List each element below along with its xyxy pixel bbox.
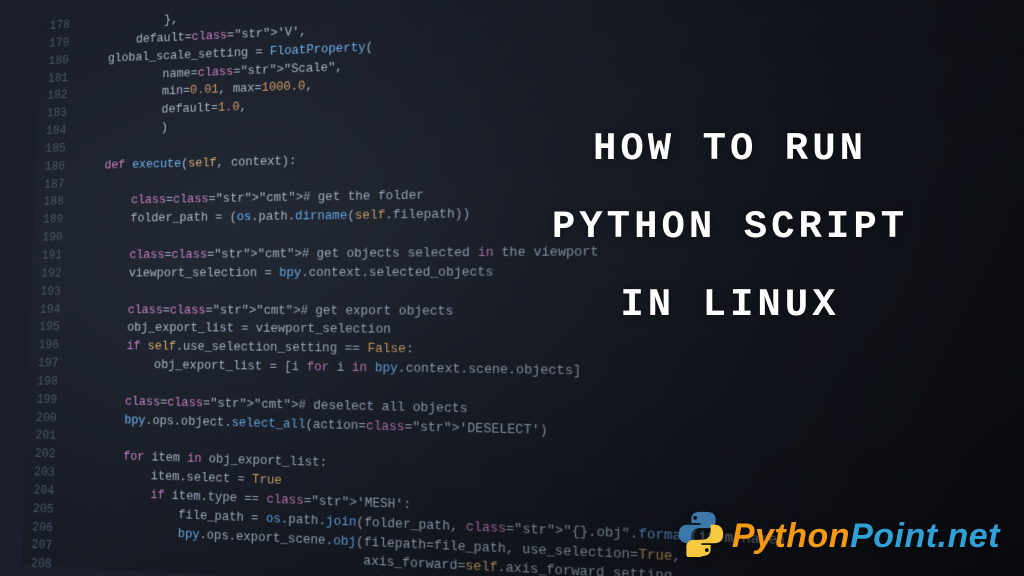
line-number: 193 <box>31 283 73 301</box>
line-number: 185 <box>36 140 78 159</box>
line-number: 189 <box>34 211 76 229</box>
title-line-1: HOW TO RUN <box>490 110 970 188</box>
brand-text-left: Python <box>732 517 850 555</box>
python-logo-icon <box>678 511 724 562</box>
line-number: 199 <box>27 391 69 410</box>
line-number: 187 <box>35 175 77 194</box>
line-number: 179 <box>40 34 82 53</box>
title-line-2: PYTHON SCRIPT <box>490 188 970 266</box>
line-number: 196 <box>29 337 71 356</box>
line-number: 182 <box>38 87 80 106</box>
line-number: 203 <box>25 463 68 483</box>
line-number: 178 <box>40 16 82 36</box>
banner-title: HOW TO RUN PYTHON SCRIPT IN LINUX <box>490 110 970 344</box>
line-number: 206 <box>23 518 66 538</box>
brand-text-right: Point.net <box>850 517 1000 555</box>
line-number: 191 <box>32 247 74 265</box>
line-number: 181 <box>39 69 81 88</box>
line-number: 200 <box>27 409 70 428</box>
line-number: 192 <box>32 265 74 283</box>
line-number: 195 <box>30 319 72 337</box>
brand-watermark: PythonPoint.net <box>678 511 1000 562</box>
line-number: 190 <box>33 229 75 247</box>
line-number: 202 <box>25 445 68 465</box>
line-number: 186 <box>35 158 77 177</box>
line-number: 197 <box>29 355 71 374</box>
line-number: 207 <box>22 536 65 556</box>
line-number: 184 <box>37 122 79 141</box>
line-number: 208 <box>21 555 64 576</box>
line-number: 205 <box>23 500 66 520</box>
line-number: 183 <box>37 104 79 123</box>
line-number: 201 <box>26 427 69 446</box>
line-number: 194 <box>30 301 72 319</box>
title-line-3: IN LINUX <box>490 266 970 344</box>
brand-text: PythonPoint.net <box>732 517 1000 556</box>
line-number: 188 <box>34 193 76 211</box>
line-number: 198 <box>28 373 70 392</box>
line-number: 204 <box>24 481 67 501</box>
line-number: 180 <box>39 51 81 70</box>
